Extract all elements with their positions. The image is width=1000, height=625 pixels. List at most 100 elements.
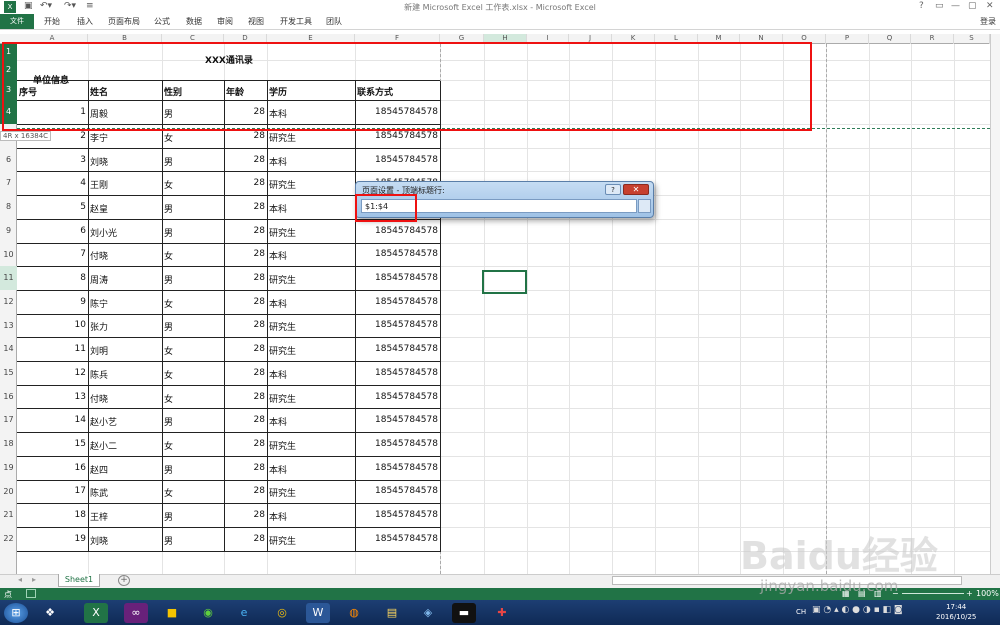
row-header-7[interactable]: 7 xyxy=(0,171,17,195)
column-header-p[interactable]: P xyxy=(826,34,869,44)
table-cell[interactable]: 男 xyxy=(164,273,173,286)
column-header-s[interactable]: S xyxy=(954,34,990,44)
row-header-12[interactable]: 12 xyxy=(0,290,17,314)
row-header-22[interactable]: 22 xyxy=(0,527,17,551)
table-cell[interactable]: 女 xyxy=(164,344,173,357)
tab-home[interactable]: 开始 xyxy=(44,16,60,27)
word-taskbar-icon[interactable]: W xyxy=(306,603,330,623)
table-cell[interactable]: 9 xyxy=(80,297,86,307)
app-icon-3[interactable]: ◈ xyxy=(416,603,440,623)
dialog-help-button[interactable]: ? xyxy=(605,184,621,195)
table-cell[interactable]: 18545784578 xyxy=(375,155,438,165)
table-cell[interactable]: 18545784578 xyxy=(375,320,438,330)
table-cell[interactable]: 15 xyxy=(75,439,86,449)
table-cell[interactable]: 11 xyxy=(75,344,86,354)
table-cell[interactable]: 18545784578 xyxy=(375,368,438,378)
table-cell[interactable]: 刘晓 xyxy=(90,534,108,547)
tab-file[interactable]: 文件 xyxy=(0,14,34,29)
table-cell[interactable]: 28 xyxy=(254,131,265,141)
table-cell[interactable]: 28 xyxy=(254,344,265,354)
row-header-9[interactable]: 9 xyxy=(0,219,17,243)
tab-developer[interactable]: 开发工具 xyxy=(280,16,312,27)
table-cell[interactable]: 研究生 xyxy=(269,344,296,357)
expand-dialog-icon[interactable] xyxy=(638,199,651,213)
table-cell[interactable]: 女 xyxy=(164,178,173,191)
table-cell[interactable]: 4 xyxy=(80,178,86,188)
table-cell[interactable]: 李宁 xyxy=(90,131,108,144)
table-cell[interactable]: 28 xyxy=(254,368,265,378)
tab-page-layout[interactable]: 页面布局 xyxy=(108,16,140,27)
table-cell[interactable]: 6 xyxy=(80,226,86,236)
table-cell[interactable]: 28 xyxy=(254,273,265,283)
table-cell[interactable]: 男 xyxy=(164,510,173,523)
tray-icons[interactable]: ▣ ◔ ▴ ◐ ● ◑ ▪ ◧ ◙ xyxy=(812,605,903,615)
table-cell[interactable]: 28 xyxy=(254,297,265,307)
taskbar-clock[interactable]: 17:44 2016/10/25 xyxy=(936,602,976,622)
table-cell[interactable]: 18545784578 xyxy=(375,297,438,307)
help-icon[interactable]: ? xyxy=(919,1,924,11)
table-cell[interactable]: 28 xyxy=(254,510,265,520)
table-cell[interactable]: 本科 xyxy=(269,463,287,476)
firefox-taskbar-icon[interactable]: ◍ xyxy=(342,603,366,623)
table-cell[interactable]: 18545784578 xyxy=(375,439,438,449)
undo-icon[interactable]: ↶▾ xyxy=(40,1,52,13)
tab-review[interactable]: 审阅 xyxy=(217,16,233,27)
sign-in-link[interactable]: 登录 xyxy=(980,16,996,27)
row-header-20[interactable]: 20 xyxy=(0,480,17,504)
table-cell[interactable]: 付晓 xyxy=(90,392,108,405)
table-cell[interactable]: 研究生 xyxy=(269,178,296,191)
table-cell[interactable]: 28 xyxy=(254,320,265,330)
table-cell[interactable]: 28 xyxy=(254,439,265,449)
minimize-icon[interactable]: — xyxy=(951,1,960,11)
table-cell[interactable]: 研究生 xyxy=(269,392,296,405)
row-header-11[interactable]: 11 xyxy=(0,266,17,290)
table-cell[interactable]: 张力 xyxy=(90,320,108,333)
table-cell[interactable]: 18545784578 xyxy=(375,392,438,402)
table-cell[interactable]: 28 xyxy=(254,178,265,188)
table-cell[interactable]: 陈兵 xyxy=(90,368,108,381)
table-cell[interactable]: 陈宁 xyxy=(90,297,108,310)
table-cell[interactable]: 周涛 xyxy=(90,273,108,286)
ie-taskbar-icon[interactable]: e xyxy=(232,603,256,623)
row-header-17[interactable]: 17 xyxy=(0,408,17,432)
table-cell[interactable]: 研究生 xyxy=(269,439,296,452)
zoom-level[interactable]: 100% xyxy=(976,589,999,598)
table-cell[interactable]: 王梓 xyxy=(90,510,108,523)
app-icon-1[interactable]: ❖ xyxy=(38,603,62,623)
table-cell[interactable]: 18545784578 xyxy=(375,344,438,354)
excel-taskbar-icon[interactable]: X xyxy=(84,603,108,623)
table-cell[interactable]: 研究生 xyxy=(269,131,296,144)
table-cell[interactable]: 28 xyxy=(254,202,265,212)
table-cell[interactable]: 10 xyxy=(75,320,86,330)
macro-record-icon[interactable] xyxy=(26,589,36,598)
table-cell[interactable]: 男 xyxy=(164,155,173,168)
save-icon[interactable]: ▣ xyxy=(24,1,33,13)
tab-team[interactable]: 团队 xyxy=(326,16,342,27)
row-header-21[interactable]: 21 xyxy=(0,503,17,527)
table-cell[interactable]: 付晓 xyxy=(90,249,108,262)
table-cell[interactable]: 本科 xyxy=(269,155,287,168)
row-header-14[interactable]: 14 xyxy=(0,337,17,361)
table-cell[interactable]: 28 xyxy=(254,463,265,473)
table-cell[interactable]: 女 xyxy=(164,249,173,262)
start-button-icon[interactable]: ⊞ xyxy=(4,603,28,623)
table-cell[interactable]: 男 xyxy=(164,320,173,333)
table-cell[interactable]: 赵小艺 xyxy=(90,415,117,428)
table-cell[interactable]: 本科 xyxy=(269,202,287,215)
zoom-in-icon[interactable]: + xyxy=(966,589,973,598)
input-lang[interactable]: CH xyxy=(796,608,806,616)
chrome-taskbar-icon[interactable]: ◎ xyxy=(270,603,294,623)
row-header-10[interactable]: 10 xyxy=(0,243,17,267)
column-header-q[interactable]: Q xyxy=(869,34,911,44)
visual-studio-taskbar-icon[interactable]: ∞ xyxy=(124,603,148,623)
ribbon-options-icon[interactable]: ▭ xyxy=(935,1,944,11)
table-cell[interactable]: 男 xyxy=(164,415,173,428)
tab-insert[interactable]: 插入 xyxy=(77,16,93,27)
table-cell[interactable]: 14 xyxy=(75,415,86,425)
table-cell[interactable]: 研究生 xyxy=(269,534,296,547)
table-cell[interactable]: 18545784578 xyxy=(375,273,438,283)
table-cell[interactable]: 男 xyxy=(164,463,173,476)
column-header-r[interactable]: R xyxy=(911,34,954,44)
table-cell[interactable]: 17 xyxy=(75,486,86,496)
table-cell[interactable]: 本科 xyxy=(269,510,287,523)
